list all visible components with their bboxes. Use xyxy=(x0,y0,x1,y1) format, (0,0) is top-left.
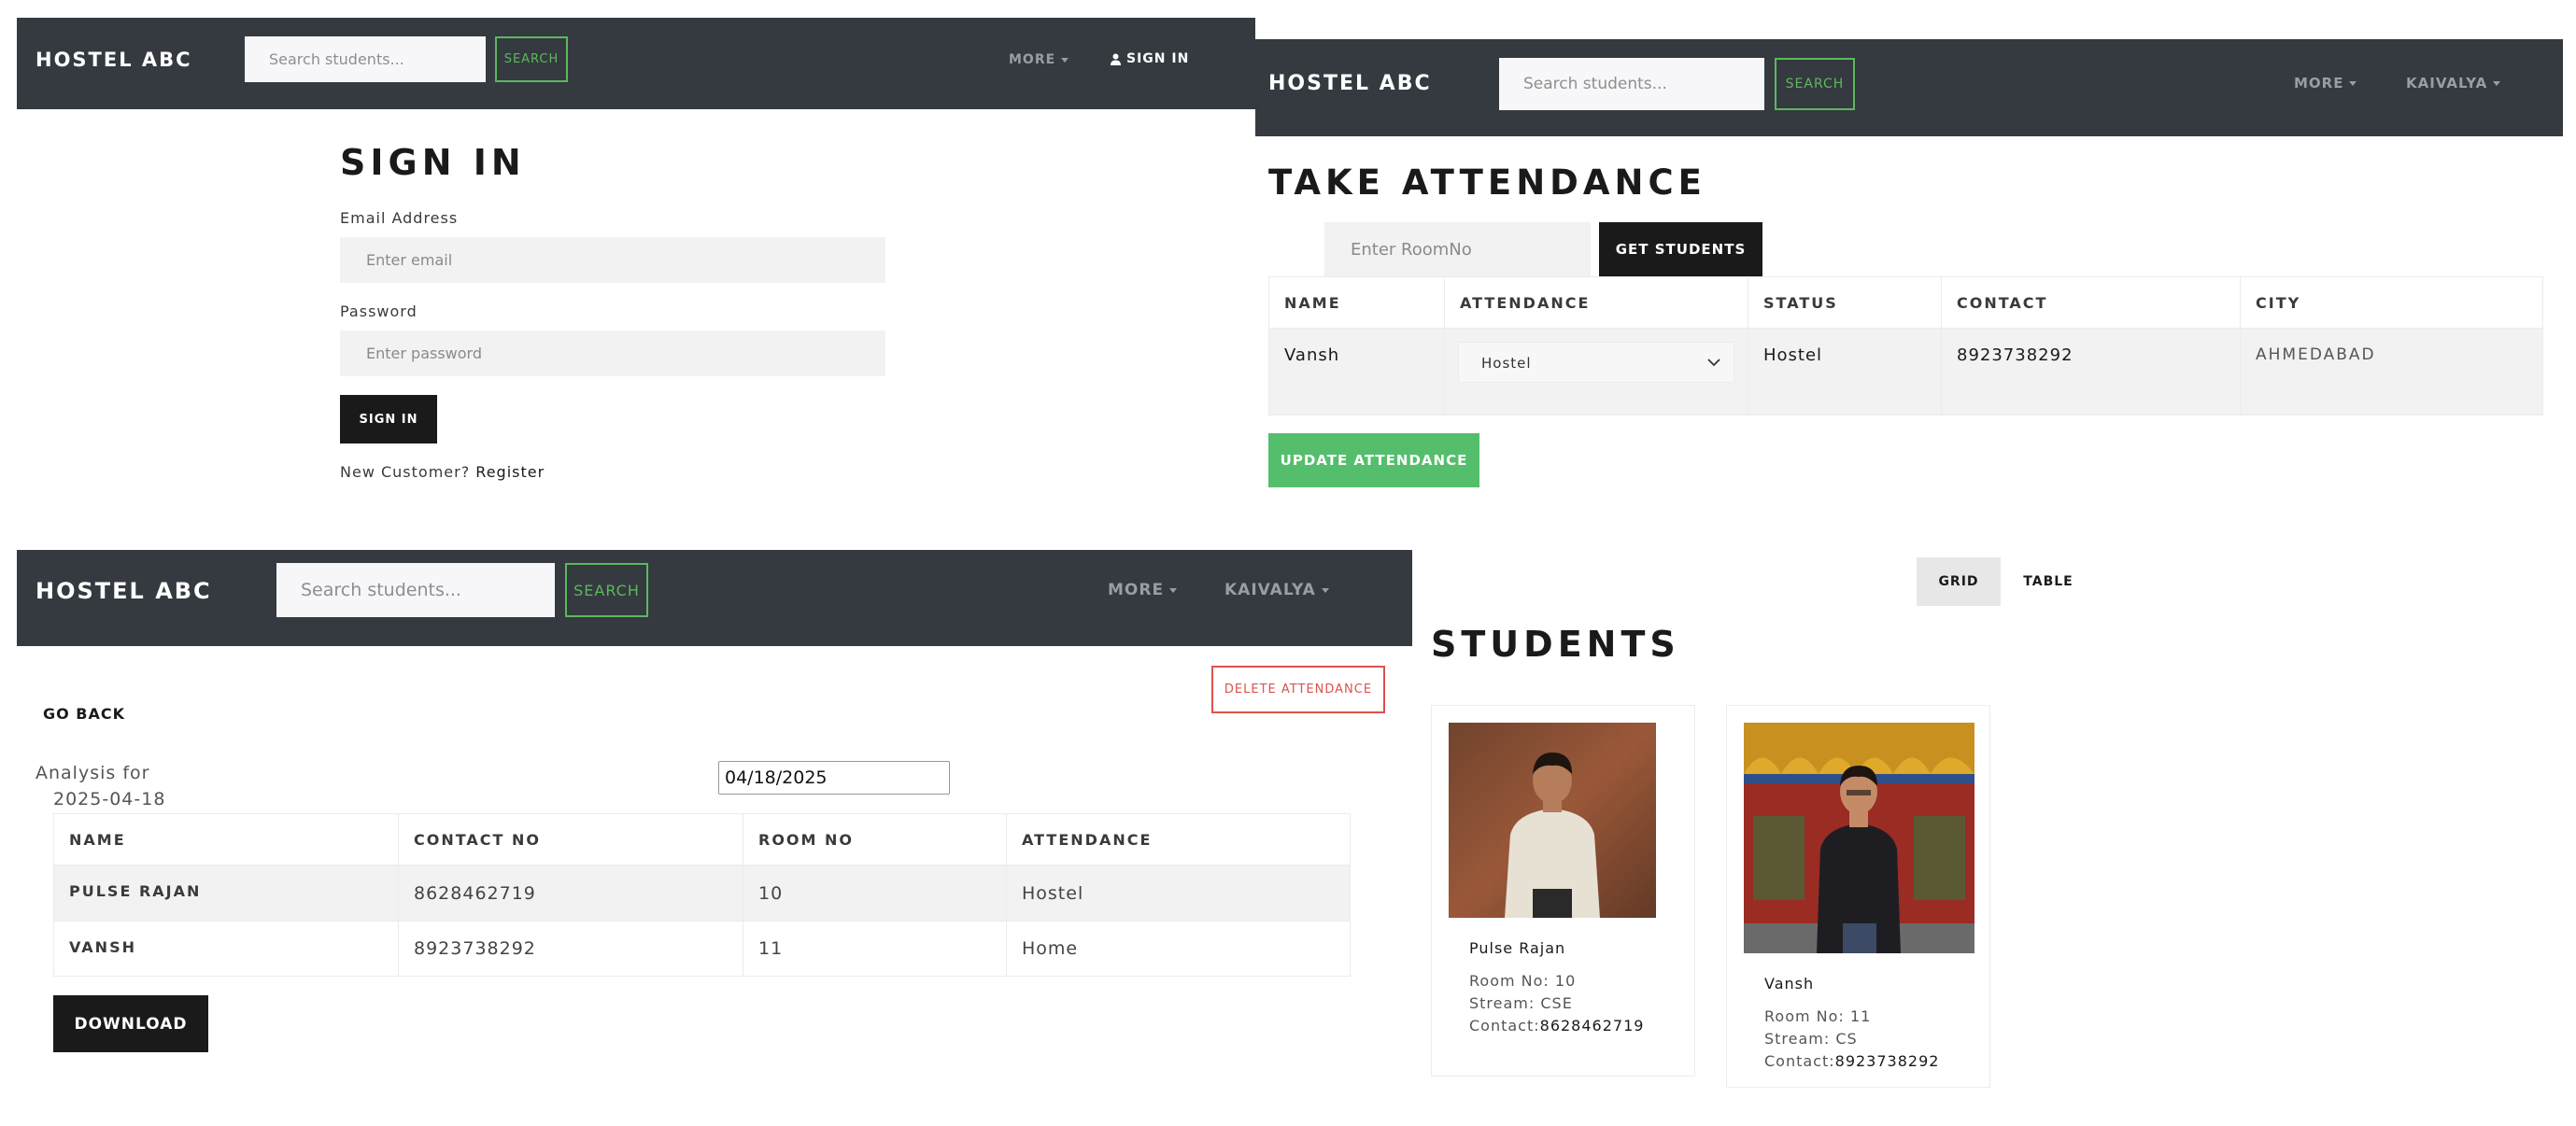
student-stream: Stream: CS xyxy=(1764,1030,1858,1048)
column-header-contact-no: CONTACT NO xyxy=(398,813,743,866)
email-label: Email Address xyxy=(340,209,459,227)
column-header-name: NAME xyxy=(53,813,399,866)
search-button[interactable]: SEARCH xyxy=(1775,58,1855,110)
row-room: 10 xyxy=(743,865,1007,922)
analysis-date-label: 2025-04-18 xyxy=(53,789,166,809)
more-menu[interactable]: MORE xyxy=(1108,581,1178,599)
row-attendance: Home xyxy=(1006,921,1351,977)
column-header-attendance: ATTENDANCE xyxy=(1006,813,1351,866)
user-menu[interactable]: KAIVALYA xyxy=(1224,581,1329,599)
date-picker[interactable] xyxy=(718,761,950,795)
more-label: MORE xyxy=(2294,75,2344,91)
student-contact: Contact:8923738292 xyxy=(1764,1052,1939,1070)
column-header-name: NAME xyxy=(1268,276,1445,329)
row-room: 11 xyxy=(743,921,1007,977)
contact-value: 8923738292 xyxy=(1834,1052,1940,1070)
sign-in-label: SIGN IN xyxy=(1126,51,1190,66)
download-button[interactable]: DOWNLOAD xyxy=(53,995,208,1052)
delete-attendance-button[interactable]: DELETE ATTENDANCE xyxy=(1211,666,1385,713)
more-label: MORE xyxy=(1108,581,1165,599)
chevron-down-icon xyxy=(1707,359,1720,367)
search-input[interactable] xyxy=(245,36,486,82)
student-room: Room No: 10 xyxy=(1469,972,1577,990)
city-cell: AHMEDABAD xyxy=(2240,328,2543,415)
row-contact: 8628462719 xyxy=(398,865,743,922)
row-contact: 8923738292 xyxy=(398,921,743,977)
search-input[interactable] xyxy=(1499,58,1764,110)
column-header-status: STATUS xyxy=(1748,276,1942,329)
table-row: Vansh Hostel Hostel 8923738292 AHMEDABAD xyxy=(1268,328,2543,415)
status-cell: Hostel xyxy=(1748,328,1942,415)
chevron-down-icon xyxy=(1169,587,1178,593)
chevron-down-icon xyxy=(1321,587,1329,593)
room-number-input[interactable] xyxy=(1324,222,1591,276)
more-menu[interactable]: MORE xyxy=(1009,52,1069,67)
more-menu[interactable]: MORE xyxy=(2294,75,2357,91)
email-field[interactable] xyxy=(340,237,885,283)
get-students-button[interactable]: GET STUDENTS xyxy=(1599,222,1762,276)
sign-in-button[interactable]: SIGN IN xyxy=(340,395,437,443)
student-contact: Contact:8628462719 xyxy=(1469,1017,1644,1035)
contact-label: Contact: xyxy=(1469,1017,1540,1035)
user-label: KAIVALYA xyxy=(2406,75,2488,91)
column-header-room-no: ROOM NO xyxy=(743,813,1007,866)
row-attendance: Hostel xyxy=(1006,865,1351,922)
password-field[interactable] xyxy=(340,331,885,376)
more-label: MORE xyxy=(1009,52,1056,67)
update-attendance-button[interactable]: UPDATE ATTENDANCE xyxy=(1268,433,1479,487)
attendance-table: NAME ATTENDANCE STATUS CONTACT CITY Vans… xyxy=(1268,276,2543,415)
column-header-city: CITY xyxy=(2240,276,2543,329)
student-name: Vansh xyxy=(1268,328,1445,415)
student-card[interactable]: Vansh Room No: 11 Stream: CS Contact:892… xyxy=(1726,705,1990,1088)
row-name: PULSE RAJAN xyxy=(53,865,399,922)
search-button[interactable]: SEARCH xyxy=(565,563,648,617)
student-card[interactable]: Pulse Rajan Room No: 10 Stream: CSE Cont… xyxy=(1431,705,1695,1077)
go-back-button[interactable]: GO BACK xyxy=(39,698,129,728)
brand-logo[interactable]: HOSTEL ABC xyxy=(35,578,212,604)
student-room: Room No: 11 xyxy=(1764,1007,1872,1025)
chevron-down-icon xyxy=(2349,80,2357,86)
navbar-attendance: HOSTEL ABC SEARCH MORE KAIVALYA xyxy=(1255,39,2563,136)
contact-label: Contact: xyxy=(1764,1052,1835,1070)
new-customer-row: New Customer? Register xyxy=(340,463,545,481)
register-link[interactable]: Register xyxy=(475,463,545,481)
student-name: Pulse Rajan xyxy=(1469,939,1566,957)
chevron-down-icon xyxy=(2493,80,2501,86)
student-stream: Stream: CSE xyxy=(1469,994,1573,1012)
navbar-signin: HOSTEL ABC SEARCH MORE SIGN IN xyxy=(17,18,1255,109)
search-input[interactable] xyxy=(276,563,555,617)
row-name: VANSH xyxy=(53,921,399,977)
brand-logo[interactable]: HOSTEL ABC xyxy=(1268,72,1432,95)
analysis-for-label: Analysis for xyxy=(35,763,150,783)
user-menu[interactable]: KAIVALYA xyxy=(2406,75,2501,91)
table-row: VANSH 8923738292 11 Home xyxy=(53,921,1351,977)
navbar-analysis: HOSTEL ABC SEARCH MORE KAIVALYA xyxy=(17,550,1412,646)
analysis-table: NAME CONTACT NO ROOM NO ATTENDANCE PULSE… xyxy=(53,813,1351,977)
column-header-contact: CONTACT xyxy=(1941,276,2241,329)
contact-value: 8628462719 xyxy=(1539,1017,1645,1035)
students-title: STUDENTS xyxy=(1431,624,1680,665)
search-button[interactable]: SEARCH xyxy=(495,36,568,82)
column-header-attendance: ATTENDANCE xyxy=(1444,276,1748,329)
attendance-cell: Hostel xyxy=(1444,328,1748,415)
tab-grid[interactable]: GRID xyxy=(1917,557,2001,606)
tab-table[interactable]: TABLE xyxy=(2006,557,2090,606)
user-icon xyxy=(1111,53,1121,65)
sign-in-link[interactable]: SIGN IN xyxy=(1111,51,1189,66)
chevron-down-icon xyxy=(1061,57,1069,63)
attendance-select-value: Hostel xyxy=(1481,355,1532,372)
signin-title: SIGN IN xyxy=(340,142,526,183)
table-row: PULSE RAJAN 8628462719 10 Hostel xyxy=(53,865,1351,922)
attendance-select[interactable]: Hostel xyxy=(1458,342,1734,383)
contact-cell: 8923738292 xyxy=(1941,328,2241,415)
password-label: Password xyxy=(340,303,418,320)
student-photo xyxy=(1449,723,1656,918)
brand-logo[interactable]: HOSTEL ABC xyxy=(35,49,192,71)
student-photo xyxy=(1744,723,1974,953)
student-name: Vansh xyxy=(1764,975,1815,992)
user-label: KAIVALYA xyxy=(1224,581,1316,599)
new-customer-text: New Customer? xyxy=(340,463,471,481)
take-attendance-title: TAKE ATTENDANCE xyxy=(1268,162,1706,203)
